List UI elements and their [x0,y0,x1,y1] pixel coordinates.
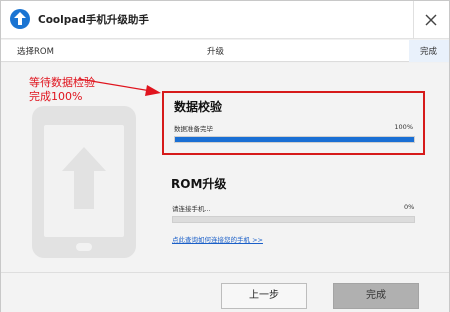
annotation-arrow-icon [79,78,161,96]
window-title: Coolpad手机升级助手 [38,14,149,26]
rom-percent: 0% [404,203,415,211]
finish-button[interactable]: 完成 [333,283,419,309]
verify-title: 数据校验 [174,100,223,114]
rom-progress-bar [172,216,415,223]
verify-status: 数据准备完毕 [174,125,213,133]
upload-arrow-icon [62,147,106,209]
data-verify-section: 数据校验 数据准备完毕 100% [162,91,425,155]
phone-illustration [32,106,136,258]
verify-progress-bar [174,136,415,143]
step-upgrade[interactable]: 升级 [207,45,224,57]
step-complete[interactable]: 完成 [420,45,437,57]
upgrade-assistant-window: Coolpad手机升级助手 选择ROM 升级 完成 等待数据检验 完成100% … [0,0,450,312]
titlebar-divider [413,1,414,39]
phone-screen [44,125,124,237]
main-content: 等待数据检验 完成100% 数据校验 数据准备完毕 100% ROM升级 请连接… [1,63,449,272]
connect-help-link[interactable]: 点此查询如何连接您的手机 >> [172,234,263,244]
step-select-rom[interactable]: 选择ROM [17,45,54,57]
rom-upgrade-title: ROM升级 [171,177,227,191]
previous-step-button[interactable]: 上一步 [221,283,307,309]
steps-bar: 选择ROM 升级 完成 [1,40,449,62]
verify-percent: 100% [394,123,413,131]
title-bar: Coolpad手机升级助手 [1,1,449,39]
close-icon[interactable] [421,10,441,30]
app-upload-icon [10,9,30,29]
rom-status: 请连接手机... [172,205,211,213]
phone-home-button [76,243,92,251]
footer-bar: 上一步 完成 [1,272,449,312]
verify-progress-fill [175,137,414,142]
